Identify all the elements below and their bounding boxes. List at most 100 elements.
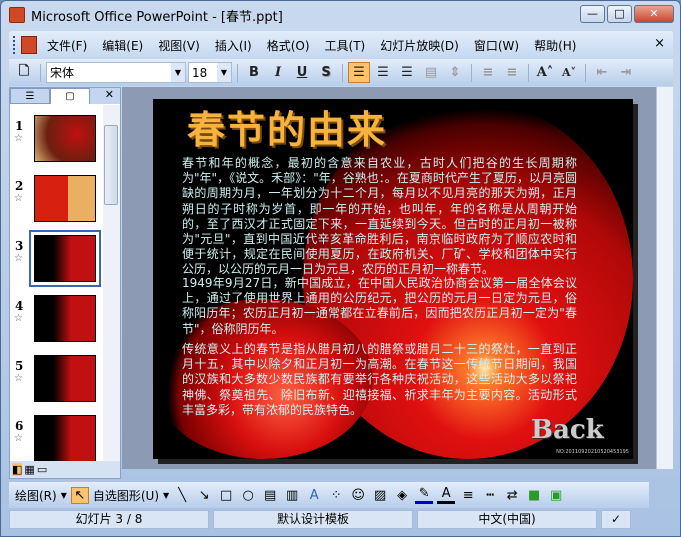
document-icon[interactable] [21, 36, 37, 54]
rectangle-icon[interactable]: □ [217, 488, 235, 503]
powerpoint-icon [9, 7, 25, 23]
slide-paragraph-3[interactable]: 传统意义上的春节是指从腊月初八的腊祭或腊月二十三的祭灶，一直到正月十五，其中以除… [182, 342, 577, 418]
diagram-icon[interactable]: ⁘ [327, 488, 345, 503]
chevron-down-icon[interactable]: ▼ [217, 63, 231, 82]
menu-window[interactable]: 窗口(W) [474, 37, 519, 54]
slide-thumbnail-5[interactable]: 5 ☆ [10, 355, 104, 417]
close-document-button[interactable]: × [654, 36, 665, 51]
menu-tools[interactable]: 工具(T) [325, 37, 366, 54]
menu-file[interactable]: 文件(F) [47, 37, 87, 54]
shadow-button[interactable]: S [315, 62, 337, 83]
spelling-check-icon[interactable]: ✓ [601, 510, 631, 529]
slide-thumbnail-1[interactable]: 1 ☆ [10, 115, 104, 177]
menu-format[interactable]: 格式(O) [267, 37, 310, 54]
font-color-icon[interactable]: A [437, 486, 456, 504]
font-select[interactable]: 宋体 ▼ [46, 62, 186, 83]
draw-menu[interactable]: 绘图(R) [15, 487, 57, 504]
slide-thumbnail-2[interactable]: 2 ☆ [10, 175, 104, 237]
slide-thumbnail-4[interactable]: 4 ☆ [10, 295, 104, 357]
distribute-icon[interactable]: ▤ [420, 62, 442, 83]
decrease-font-icon[interactable]: A˅ [558, 62, 580, 83]
wordart-icon[interactable]: A [305, 488, 323, 503]
toolbar-grip[interactable] [13, 36, 17, 54]
animation-star-icon: ☆ [14, 373, 23, 384]
line-spacing-icon[interactable]: ⇕ [444, 62, 466, 83]
normal-view-icon[interactable]: ◧ [12, 463, 23, 476]
bold-button[interactable]: B [243, 62, 265, 83]
slide-sorter-icon[interactable]: ▦ [24, 463, 34, 476]
slide-number: 4 [15, 299, 24, 313]
slideshow-icon[interactable]: ▭ [37, 463, 47, 476]
italic-button[interactable]: I [267, 62, 289, 83]
chevron-down-icon[interactable]: ▼ [61, 491, 67, 500]
tab-outline[interactable]: ☰ [10, 88, 50, 104]
font-size-select[interactable]: 18 ▼ [188, 62, 232, 83]
animation-star-icon: ☆ [14, 253, 23, 264]
window-title: Microsoft Office PowerPoint - [春节.ppt] [31, 9, 283, 25]
font-size-value: 18 [192, 65, 208, 80]
chevron-down-icon[interactable]: ▼ [171, 63, 185, 82]
separator [40, 63, 41, 82]
line-color-icon[interactable]: ✎ [415, 486, 434, 504]
autoshapes-menu[interactable]: 自选图形(U) [93, 487, 159, 504]
slide-number: 3 [15, 239, 24, 253]
slide-preview [29, 230, 101, 287]
animation-star-icon: ☆ [14, 193, 23, 204]
oval-icon[interactable]: ○ [239, 488, 257, 503]
increase-indent-icon[interactable]: ⇥ [615, 62, 637, 83]
close-panel-button[interactable]: ✕ [105, 88, 114, 101]
vertical-scrollbar[interactable] [656, 87, 673, 469]
separator [471, 63, 472, 82]
fill-color-icon[interactable]: ◈ [393, 488, 411, 503]
dash-style-icon[interactable]: ┅ [481, 488, 499, 503]
clipart-icon[interactable]: ☺ [349, 488, 367, 503]
design-template: 默认设计模板 [213, 510, 413, 529]
current-slide[interactable]: 春节的由来 春节和年的概念，最初的含意来自农业，古时人们把谷的生长周期称为"年"… [153, 99, 633, 459]
line-style-icon[interactable]: ≡ [459, 488, 477, 503]
bullets-icon[interactable]: ≡ [501, 62, 523, 83]
align-center-icon[interactable]: ☰ [372, 62, 394, 83]
shadow-style-icon[interactable]: ■ [525, 488, 543, 503]
tab-slides[interactable]: ▢ [50, 88, 90, 104]
menu-edit[interactable]: 编辑(E) [102, 37, 143, 54]
slide-number: 1 [15, 119, 24, 133]
panel-scrollbar[interactable] [103, 105, 120, 462]
minimize-button[interactable]: — [580, 5, 605, 23]
menu-help[interactable]: 帮助(H) [534, 37, 576, 54]
line-icon[interactable]: ╲ [173, 488, 191, 503]
slide-thumbnail-3[interactable]: 3 ☆ [10, 230, 104, 297]
slide-paragraph-1[interactable]: 春节和年的概念，最初的含意来自农业，古时人们把谷的生长周期称为"年"，《说文。禾… [182, 156, 577, 278]
slide-preview [34, 415, 96, 462]
font-value: 宋体 [50, 66, 75, 80]
numbering-icon[interactable]: ≡ [477, 62, 499, 83]
maximize-button[interactable]: □ [607, 5, 632, 23]
menu-insert[interactable]: 插入(I) [215, 37, 252, 54]
new-document-icon[interactable]: 🗋 [13, 62, 35, 83]
textbox-icon[interactable]: ▤ [261, 488, 279, 503]
align-left-icon[interactable]: ☰ [348, 62, 370, 83]
slide-preview [34, 295, 96, 342]
increase-font-icon[interactable]: A˄ [534, 62, 556, 83]
underline-button[interactable]: U [291, 62, 313, 83]
slide-paragraph-2[interactable]: 1949年9月27日，新中国成立，在中国人民政治协商会议第一届全体会议上，通过了… [182, 276, 577, 337]
slide-title[interactable]: 春节的由来 [187, 99, 387, 154]
separator [237, 63, 238, 82]
picture-icon[interactable]: ▨ [371, 488, 389, 503]
slide-preview [34, 115, 96, 162]
close-button[interactable]: ✕ [634, 5, 674, 23]
scrollbar-thumb[interactable] [104, 125, 118, 205]
back-button[interactable]: Back [531, 415, 604, 445]
arrow-icon[interactable]: ↘ [195, 488, 213, 503]
vertical-textbox-icon[interactable]: ▥ [283, 488, 301, 503]
separator [342, 63, 343, 82]
3d-style-icon[interactable]: ▣ [547, 488, 565, 503]
menu-slideshow[interactable]: 幻灯片放映(D) [380, 37, 459, 54]
chevron-down-icon[interactable]: ▼ [163, 491, 169, 500]
decrease-indent-icon[interactable]: ⇤ [591, 62, 613, 83]
align-right-icon[interactable]: ☰ [396, 62, 418, 83]
menu-view[interactable]: 视图(V) [158, 37, 200, 54]
status-bar: 幻灯片 3 / 8 默认设计模板 中文(中国) ✓ [9, 510, 673, 530]
slide-thumbnail-6[interactable]: 6 ☆ [10, 415, 104, 462]
arrow-style-icon[interactable]: ⇄ [503, 488, 521, 503]
select-pointer-icon[interactable]: ↖ [70, 486, 89, 504]
